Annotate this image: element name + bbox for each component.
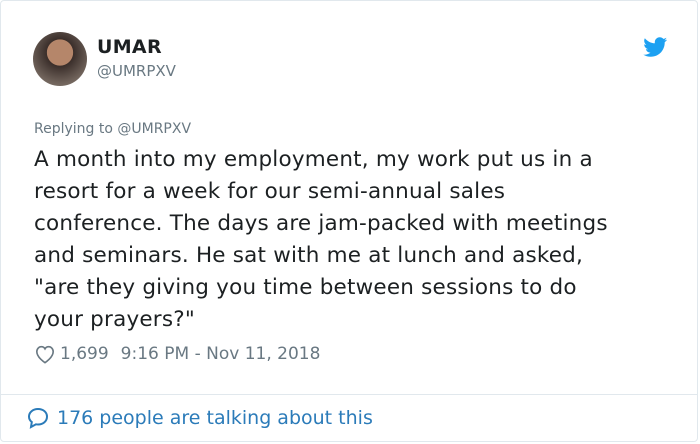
replying-to-label[interactable]: Replying to @UMRPXV bbox=[34, 121, 191, 137]
author-display-name[interactable]: UMAR bbox=[97, 36, 162, 58]
tweet-text: A month into my employment, my work put … bbox=[34, 147, 608, 332]
tweet-card: UMAR @UMRPXV Replying to @UMRPXV A month… bbox=[0, 0, 698, 442]
twitter-bird-icon[interactable] bbox=[642, 35, 669, 59]
divider bbox=[1, 394, 697, 395]
author-handle[interactable]: @UMRPXV bbox=[97, 62, 176, 80]
tweet-timestamp[interactable]: 9:16 PM - Nov 11, 2018 bbox=[121, 344, 321, 364]
speech-bubble-icon bbox=[27, 407, 49, 429]
talking-about-link[interactable]: 176 people are talking about this bbox=[26, 406, 373, 430]
heart-icon[interactable] bbox=[34, 344, 56, 364]
avatar[interactable] bbox=[33, 32, 87, 86]
like-count[interactable]: 1,699 bbox=[60, 344, 109, 364]
talking-about-label: 176 people are talking about this bbox=[57, 407, 373, 429]
tweet-meta: 1,699 9:16 PM - Nov 11, 2018 bbox=[34, 344, 320, 364]
